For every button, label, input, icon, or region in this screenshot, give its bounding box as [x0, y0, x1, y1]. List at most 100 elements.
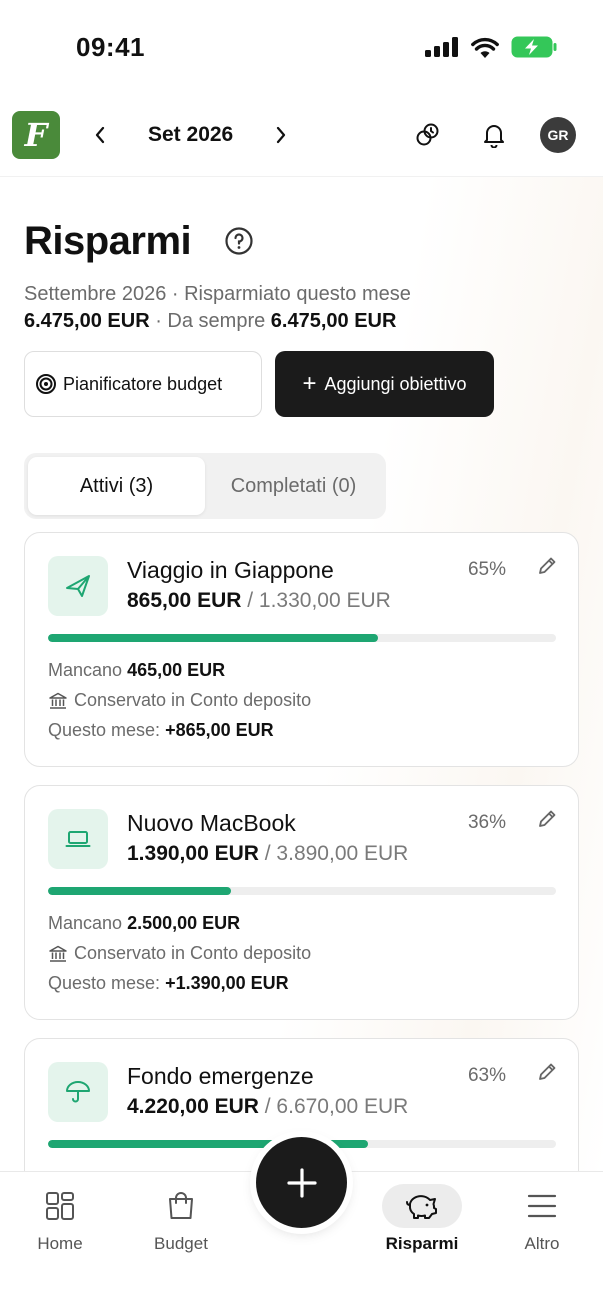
page-title: Risparmi: [24, 219, 192, 263]
nav-savings-icon-wrap: [382, 1184, 462, 1228]
goal-target-amount: / 1.330,00 EUR: [247, 589, 391, 612]
month-change-label: Questo mese:: [48, 720, 161, 740]
pencil-icon[interactable]: [536, 555, 558, 577]
goal-target-amount: / 3.890,00 EUR: [264, 842, 409, 865]
previous-month-button[interactable]: [88, 117, 112, 153]
goal-progress-fill: [48, 634, 379, 642]
shopping-bag-icon: [169, 1192, 193, 1219]
remaining-label: Mancano: [48, 913, 123, 933]
goal-month-change: Questo mese: +1.390,00 EUR: [48, 973, 289, 994]
goal-saved-amount: 4.220,00 EUR: [127, 1095, 259, 1118]
accounts-link-button[interactable]: [408, 115, 448, 155]
tab-active-goals[interactable]: Attivi (3): [28, 457, 205, 515]
remaining-amount: 2.500,00 EUR: [127, 913, 241, 933]
goal-remaining: Mancano 465,00 EUR: [48, 660, 225, 681]
nav-budget-icon-wrap: [141, 1184, 221, 1228]
battery-charging-icon: [511, 36, 557, 58]
goal-icon-tile: [48, 1062, 108, 1122]
goal-icon-tile: [48, 556, 108, 616]
goal-target-amount: / 6.670,00 EUR: [264, 1095, 409, 1118]
add-transaction-fab[interactable]: [256, 1137, 347, 1228]
cellular-signal-icon: [425, 37, 458, 57]
pencil-icon[interactable]: [536, 808, 558, 830]
storage-account-label: Conservato in Conto deposito: [74, 690, 312, 710]
grid-icon: [46, 1192, 74, 1220]
nav-savings-label: Risparmi: [385, 1234, 459, 1253]
goal-name: Nuovo MacBook: [127, 810, 296, 836]
plane-icon: [66, 575, 90, 597]
plus-icon: +: [302, 370, 317, 397]
goal-amounts: 4.220,00 EUR / 6.670,00 EUR: [127, 1095, 408, 1119]
goal-amounts: 865,00 EUR / 1.330,00 EUR: [127, 589, 391, 613]
umbrella-icon: [66, 1081, 90, 1103]
add-goal-button[interactable]: + Aggiungi obiettivo: [275, 351, 494, 417]
goal-status-tabs: Attivi (3) Completati (0): [24, 453, 386, 519]
all-time-label: · Da sempre: [155, 310, 266, 332]
goal-percent: 36%: [467, 812, 506, 833]
goal-icon-tile: [48, 809, 108, 869]
nav-home-label: Home: [37, 1234, 83, 1253]
nav-budget-label: Budget: [154, 1234, 208, 1253]
next-month-button[interactable]: [269, 117, 293, 153]
bank-icon: [49, 692, 67, 709]
goal-percent: 65%: [467, 559, 506, 580]
status-bar: 09:41: [0, 0, 603, 95]
app-logo[interactable]: F: [12, 111, 60, 159]
month-change-amount: +865,00 EUR: [165, 720, 274, 740]
month-change-amount: +1.390,00 EUR: [165, 973, 289, 993]
goal-name: Fondo emergenze: [127, 1063, 314, 1089]
goal-amounts: 1.390,00 EUR / 3.890,00 EUR: [127, 842, 408, 866]
budget-planner-label: Pianificatore budget: [63, 373, 223, 394]
remaining-amount: 465,00 EUR: [127, 660, 226, 680]
wifi-icon: [471, 37, 499, 58]
savings-summary: Settembre 2026 · Risparmiato questo mese…: [24, 281, 411, 335]
month-saved-amount: 6.475,00 EUR: [24, 310, 150, 332]
goal-card[interactable]: Nuovo MacBook 1.390,00 EUR / 3.890,00 EU…: [24, 785, 579, 1020]
all-time-saved-amount: 6.475,00 EUR: [270, 310, 397, 332]
nav-more-icon-wrap: [502, 1184, 582, 1228]
goal-name: Viaggio in Giappone: [127, 557, 334, 583]
nav-more[interactable]: Altro: [487, 1184, 597, 1254]
nav-home-icon-wrap: [20, 1184, 100, 1228]
current-month-label[interactable]: Set 2026: [148, 123, 233, 147]
goal-progress-fill: [48, 887, 231, 895]
tab-completed-goals[interactable]: Completati (0): [205, 457, 382, 515]
bell-icon: [484, 125, 504, 148]
nav-budget[interactable]: Budget: [126, 1184, 236, 1254]
goal-storage: Conservato in Conto deposito: [48, 943, 311, 964]
nav-savings[interactable]: Risparmi: [367, 1184, 477, 1254]
summary-totals: 6.475,00 EUR · Da sempre 6.475,00 EUR: [24, 308, 411, 335]
nav-home[interactable]: Home: [5, 1184, 115, 1254]
pencil-icon[interactable]: [536, 1061, 558, 1083]
add-goal-label: Aggiungi obiettivo: [324, 373, 467, 394]
app-header: F Set 2026 GR: [0, 95, 603, 177]
budget-planner-button[interactable]: Pianificatore budget: [24, 351, 262, 417]
status-icons: [425, 36, 557, 58]
goal-card[interactable]: Viaggio in Giappone 865,00 EUR / 1.330,0…: [24, 532, 579, 767]
goal-saved-amount: 1.390,00 EUR: [127, 842, 259, 865]
bank-icon: [49, 945, 67, 962]
summary-period: Settembre 2026 · Risparmiato questo mese: [24, 283, 411, 305]
status-time: 09:41: [76, 32, 145, 62]
goal-progress-bar: [48, 634, 556, 642]
remaining-label: Mancano: [48, 660, 123, 680]
goal-saved-amount: 865,00 EUR: [127, 589, 242, 612]
goal-remaining: Mancano 2.500,00 EUR: [48, 913, 240, 934]
goal-progress-bar: [48, 887, 556, 895]
notifications-button[interactable]: [474, 115, 514, 155]
help-icon[interactable]: [224, 226, 254, 256]
storage-account-label: Conservato in Conto deposito: [74, 943, 312, 963]
goal-percent: 63%: [467, 1065, 506, 1086]
menu-icon: [527, 1194, 557, 1218]
goal-storage: Conservato in Conto deposito: [48, 690, 311, 711]
chevron-left-icon: [95, 126, 105, 144]
link-coins-icon: [416, 123, 439, 146]
user-avatar[interactable]: GR: [540, 117, 576, 153]
laptop-icon: [65, 831, 91, 847]
piggy-bank-icon: [406, 1195, 437, 1219]
header-actions: GR: [382, 115, 576, 155]
plus-icon: [286, 1167, 317, 1198]
month-navigator: Set 2026: [88, 117, 293, 153]
savings-page: Risparmi Settembre 2026 · Risparmiato qu…: [0, 177, 603, 1171]
target-icon: [36, 374, 56, 394]
